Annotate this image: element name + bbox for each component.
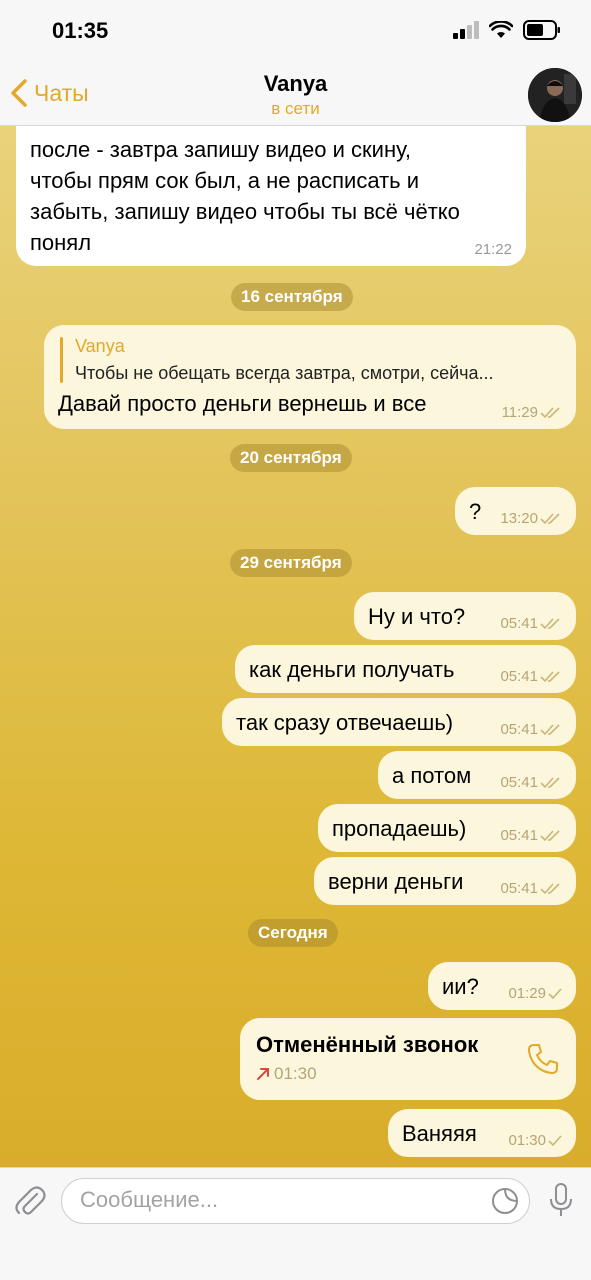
date-separator: Сегодня [248,919,338,947]
message-text: Ваняяя [402,1121,477,1146]
date-separator: 29 сентября [230,549,352,577]
message-outgoing[interactable]: Ну и что? 05:41 [354,592,576,640]
message-time: 01:29 [508,985,546,1002]
online-status: в сети [271,99,320,118]
reply-bar [60,337,63,383]
double-check-icon [540,829,560,841]
message-outgoing[interactable]: ии? 01:29 [428,962,576,1010]
status-time: 01:35 [52,18,109,43]
double-check-icon [540,776,560,788]
message-text: Давай просто деньги вернешь и все [58,391,427,416]
message-time: 13:20 [500,510,538,527]
double-check-icon [540,723,560,735]
message-meta: 11:29 [502,404,562,421]
reply-text: Чтобы не обещать всегда завтра, смотри, … [75,363,494,383]
message-incoming[interactable]: после - завтра запишу видео и скину, что… [16,126,526,266]
message-meta: 05:41 [500,721,562,738]
message-input[interactable] [61,1178,530,1224]
call-title: Отменённый звонок [256,1032,479,1057]
date-separator: 16 сентября [231,283,353,311]
message-meta: 01:30 [508,1132,562,1149]
outgoing-arrow-icon [257,1068,269,1080]
message-line: забыть, запишу видео чтобы ты всё чётко [30,199,460,224]
message-meta: 01:29 [508,985,562,1002]
message-outgoing[interactable]: ? 13:20 [455,487,576,535]
chat-area[interactable]: после - завтра запишу видео и скину, что… [0,126,591,1167]
call-time: 01:30 [274,1064,317,1083]
phone-icon[interactable] [526,1042,560,1076]
message-time: 01:30 [508,1132,546,1149]
double-check-icon [540,512,560,524]
message-text: пропадаешь) [332,816,467,841]
message-time: 05:41 [500,721,538,738]
input-bar [0,1167,591,1280]
single-check-icon [548,1134,562,1146]
message-text: верни деньги [328,869,464,894]
message-line: после - завтра запишу видео и скину, [30,137,412,162]
message-text-field[interactable] [80,1187,480,1213]
message-outgoing-reply[interactable]: Vanya Чтобы не обещать всегда завтра, см… [44,325,576,429]
sticker-icon[interactable] [491,1187,519,1215]
signal-icon [453,21,479,39]
message-meta: 05:41 [500,827,562,844]
attach-icon[interactable] [13,1184,47,1218]
call-meta: 01:30 [256,1064,317,1084]
message-outgoing[interactable]: Ваняяя 01:30 [388,1109,576,1157]
message-time: 05:41 [500,668,538,685]
chat-title[interactable]: Vanya [0,71,591,97]
message-line: понял [30,230,92,255]
message-text: ? [469,499,482,524]
double-check-icon [540,617,560,629]
message-meta: 05:41 [500,668,562,685]
chat-header: Чаты Vanya в сети [0,64,591,126]
message-text: а потом [392,763,472,788]
date-separator: 20 сентября [230,444,352,472]
battery-icon [523,20,560,40]
message-line: чтобы прям сок был, а не расписать и [30,168,420,193]
avatar[interactable] [528,68,582,122]
message-outgoing[interactable]: верни деньги 05:41 [314,857,576,905]
message-time: 05:41 [500,774,538,791]
status-icons [453,20,561,40]
double-check-icon [540,670,560,682]
double-check-icon [540,406,560,418]
message-time: 05:41 [500,615,538,632]
message-time: 05:41 [500,827,538,844]
message-time: 11:29 [501,404,538,421]
message-time: 05:41 [500,880,538,897]
message-outgoing[interactable]: а потом 05:41 [378,751,576,799]
message-text: Ну и что? [368,604,466,629]
call-message[interactable]: Отменённый звонок 01:30 [240,1018,576,1100]
message-time: 21:22 [474,241,512,258]
reply-author: Vanya [75,336,125,356]
message-outgoing[interactable]: пропадаешь) 05:41 [318,804,576,852]
message-text: ии? [442,974,479,999]
status-bar: 01:35 [0,0,591,64]
message-meta: 05:41 [500,774,562,791]
double-check-icon [540,882,560,894]
single-check-icon [548,987,562,999]
avatar-photo [528,68,582,122]
message-meta: 05:41 [500,880,562,897]
message-text: как деньги получать [249,657,455,682]
message-text: так сразу отвечаешь) [236,710,454,735]
message-meta: 05:41 [500,615,562,632]
wifi-icon [489,21,513,38]
microphone-icon[interactable] [548,1182,574,1220]
message-outgoing[interactable]: так сразу отвечаешь) 05:41 [222,698,576,746]
message-meta: 13:20 [500,510,562,527]
message-outgoing[interactable]: как деньги получать 05:41 [235,645,576,693]
